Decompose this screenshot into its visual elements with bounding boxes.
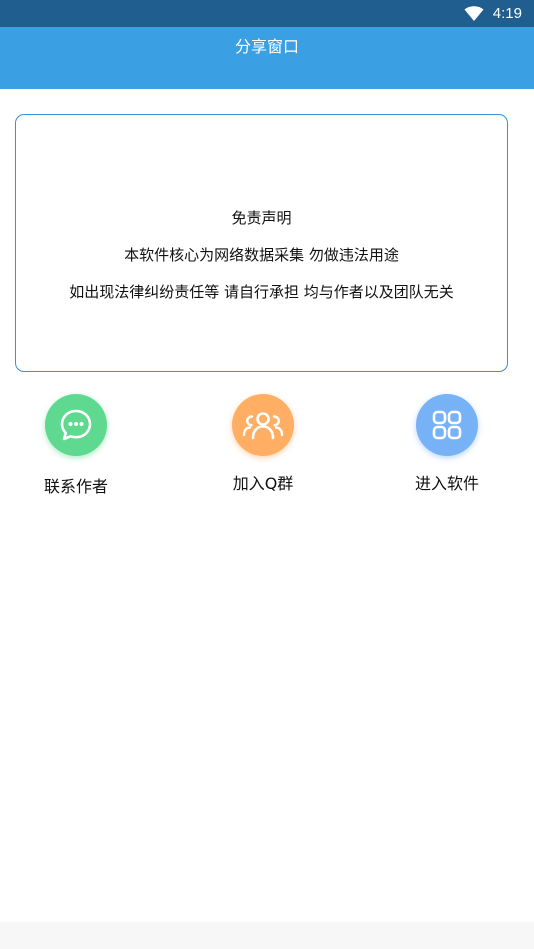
disclaimer-line-1: 本软件核心为网络数据采集 勿做违法用途 (124, 246, 399, 264)
join-qq-group-label: 加入Q群 (232, 474, 294, 493)
enter-app-icon-circle[interactable] (416, 394, 478, 456)
group-icon (242, 412, 284, 440)
join-qq-group-icon-circle[interactable] (232, 394, 294, 456)
bottom-bar (0, 922, 534, 949)
contact-author-button[interactable]: 联系作者 (16, 394, 136, 497)
page-title: 分享窗口 (234, 37, 299, 56)
enter-app-button[interactable]: 进入软件 (387, 394, 507, 494)
status-bar: 4:19 (0, 0, 534, 27)
disclaimer-line-2: 如出现法律纠纷责任等 请自行承担 均与作者以及团队无关 (69, 283, 454, 301)
enter-app-label: 进入软件 (414, 474, 479, 493)
contact-author-label: 联系作者 (43, 477, 108, 496)
disclaimer-card: 免责声明 本软件核心为网络数据采集 勿做违法用途 如出现法律纠纷责任等 请自行承… (15, 114, 508, 372)
apps-grid-icon (432, 410, 462, 440)
disclaimer-heading: 免责声明 (231, 209, 292, 227)
chat-bubble-icon (60, 409, 92, 441)
app-bar: 分享窗口 (0, 27, 534, 89)
wifi-icon (464, 5, 484, 21)
status-time: 4:19 (492, 5, 522, 22)
contact-author-icon-circle[interactable] (45, 394, 107, 456)
join-qq-group-button[interactable]: 加入Q群 (203, 394, 323, 494)
